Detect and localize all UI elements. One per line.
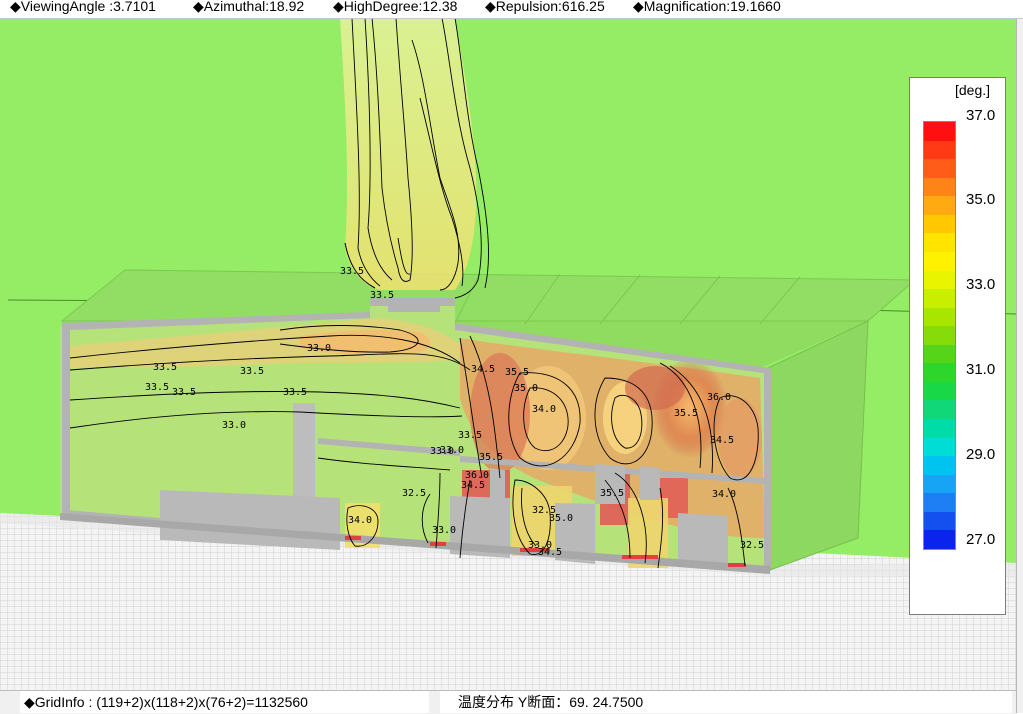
view-parameters-bar: ◆ViewingAngle :3.7101 ◆Azimuthal:18.92 ◆… xyxy=(0,0,1023,19)
legend-color-band xyxy=(924,214,955,234)
legend-color-band xyxy=(924,159,955,178)
legend-color-band xyxy=(924,196,955,215)
contour-label: 35.5 xyxy=(600,488,624,499)
legend-color-scale xyxy=(923,121,956,550)
repulsion-readout: ◆Repulsion:616.25 xyxy=(485,0,605,14)
contour-label: 33.5 xyxy=(283,387,307,398)
legend-color-band xyxy=(924,307,955,327)
legend-color-band xyxy=(924,363,955,382)
legend-color-band xyxy=(924,437,955,457)
status-bar: ◆GridInfo : (119+2)x(118+2)x(76+2)=11325… xyxy=(0,690,1016,714)
contour-label: 33.5 xyxy=(340,266,364,277)
azimuthal-readout: ◆Azimuthal:18.92 xyxy=(193,0,305,14)
contour-label: 33.0 xyxy=(307,343,331,354)
high-degree-readout: ◆HighDegree:12.38 xyxy=(333,0,458,14)
legend-color-band xyxy=(924,511,955,531)
legend-color-band xyxy=(924,474,955,494)
contour-label: 34.5 xyxy=(461,480,485,491)
contour-label: 35.5 xyxy=(479,452,503,463)
contour-label: 33.5 xyxy=(370,290,394,301)
legend-color-band xyxy=(924,270,955,290)
legend-tick: 33.0 xyxy=(966,276,996,293)
legend-tick: 27.0 xyxy=(966,531,996,548)
contour-label: 35.5 xyxy=(505,367,529,378)
legend-color-band xyxy=(924,177,955,197)
magnification-readout: ◆Magnification:19.1660 xyxy=(633,0,781,14)
contour-label: 33.0 xyxy=(440,445,464,456)
contour-label: 34.5 xyxy=(471,364,495,375)
exhaust-plume xyxy=(340,18,489,299)
legend-color-band xyxy=(924,456,955,475)
contour-label: 34.0 xyxy=(348,515,372,526)
legend-color-band xyxy=(924,140,955,160)
contour-label: 33.5 xyxy=(145,382,169,393)
section-info-field: 温度分布 Y断面：69. 24.7500 xyxy=(440,691,1012,713)
contour-label: 34.0 xyxy=(712,489,736,500)
contour-label: 35.5 xyxy=(674,408,698,419)
legend-tick: 35.0 xyxy=(966,191,996,208)
window-right-edge xyxy=(1016,18,1023,713)
legend-color-band xyxy=(924,381,955,401)
legend-tick: 37.0 xyxy=(966,107,996,124)
contour-label: 33.5 xyxy=(153,362,177,373)
contour-label: 35.0 xyxy=(514,383,538,394)
grid-info-field: ◆GridInfo : (119+2)x(118+2)x(76+2)=11325… xyxy=(20,691,429,713)
legend-color-band xyxy=(924,530,955,549)
contour-label: 33.5 xyxy=(172,387,196,398)
contour-label: 32.5 xyxy=(740,540,764,551)
temperature-field-render: 33.5 33.5 33.0 33.5 33.5 33.5 33.5 33.0 … xyxy=(0,18,1016,690)
contour-label: 33.5 xyxy=(458,430,482,441)
legend-color-band xyxy=(924,493,955,512)
contour-label: 34.5 xyxy=(710,435,734,446)
legend-color-band xyxy=(924,289,955,308)
legend-tick: 31.0 xyxy=(966,361,996,378)
legend-unit: [deg.] xyxy=(955,82,991,98)
viewing-angle-readout: ◆ViewingAngle :3.7101 xyxy=(10,0,156,14)
contour-label: 33.0 xyxy=(432,525,456,536)
legend-color-band xyxy=(924,344,955,364)
legend-tick: 29.0 xyxy=(966,446,996,463)
contour-label: 34.5 xyxy=(538,547,562,558)
simulation-viewport[interactable]: 33.5 33.5 33.0 33.5 33.5 33.5 33.5 33.0 … xyxy=(0,18,1016,690)
contour-label: 36.0 xyxy=(707,392,731,403)
legend-color-band xyxy=(924,251,955,271)
legend-color-band xyxy=(924,122,955,141)
contour-label: 35.0 xyxy=(549,513,573,524)
contour-label: 34.0 xyxy=(532,404,556,415)
legend-color-band xyxy=(924,233,955,252)
legend-color-band xyxy=(924,400,955,419)
temperature-legend: [deg.] 37.0 35.0 33.0 31.0 29.0 27.0 xyxy=(909,77,1006,615)
contour-label: 32.5 xyxy=(402,488,426,499)
legend-color-band xyxy=(924,326,955,345)
legend-color-band xyxy=(924,419,955,438)
contour-label: 33.5 xyxy=(240,366,264,377)
contour-label: 33.0 xyxy=(222,420,246,431)
